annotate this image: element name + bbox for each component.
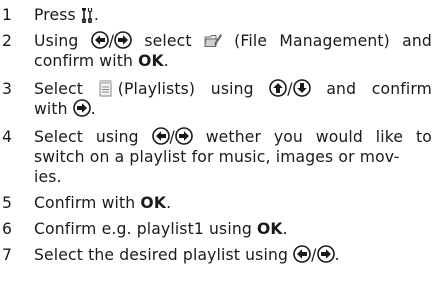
left-right-icons: / (91, 31, 132, 51)
step-text-part: Using (34, 32, 79, 50)
step-text-part: . (282, 220, 288, 238)
arrow-right-circle-icon (114, 31, 132, 49)
step-number: 7 (2, 246, 13, 264)
arrow-left-circle-icon (293, 245, 311, 263)
step-text: Select using / wether you would like to … (34, 127, 432, 187)
step-text-part: to (415, 128, 432, 146)
step-number: 2 (2, 32, 13, 50)
step-text-part: confirm with (34, 52, 133, 70)
step-text-part: Select (34, 128, 84, 146)
step-text-part: wether (205, 128, 262, 146)
arrow-down-circle-icon (293, 79, 311, 97)
step-line: switch on a playlist for music, images o… (34, 148, 400, 166)
arrow-right-circle-icon (73, 99, 91, 117)
step-text-part: and (326, 80, 357, 98)
step-text: Select (Playlists) using / and confirm w… (34, 79, 432, 119)
step-line: Using / select (File Management) and (34, 31, 432, 51)
step-text-part: . (163, 52, 169, 70)
ok-key-label: OK (138, 52, 164, 70)
folder-pen-icon (204, 31, 222, 51)
arrow-right-circle-icon (317, 245, 335, 263)
left-right-icons: / (152, 127, 193, 147)
step-text-part: confirm (371, 80, 432, 98)
step-text-part: using (95, 128, 139, 146)
step-text-part: would (315, 128, 363, 146)
arrow-up-circle-icon (269, 79, 287, 97)
step-text-part: you (273, 128, 303, 146)
ok-key-label: OK (140, 194, 167, 212)
step-text-part: Confirm e.g. playlist1 using (34, 220, 252, 238)
step-text-part: like (375, 128, 404, 146)
step-line: with . (34, 99, 432, 119)
step-number: 3 (2, 80, 13, 98)
step-text-part: . (166, 194, 172, 212)
step-text-part: Select (34, 80, 84, 98)
step-text-part: Management) (279, 32, 390, 50)
step-text-part: with (34, 100, 68, 118)
step-text: Press . (34, 5, 432, 25)
step-text-part: using (210, 80, 254, 98)
step-line: ies. (34, 168, 62, 186)
step-text-part: and (402, 32, 432, 50)
step-text-part: select (144, 32, 192, 50)
list-document-icon-group: (Playlists) (99, 79, 195, 99)
up-down-icons: / (269, 79, 310, 99)
step-line: confirm with OK. (34, 51, 432, 71)
arrow-left-circle-icon (152, 127, 170, 145)
step-number: 5 (2, 194, 13, 212)
step-text: Using / select (File Management) and con… (34, 31, 432, 71)
step-number: 6 (2, 220, 13, 238)
ok-key-label: OK (257, 220, 283, 238)
step-text: Confirm e.g. playlist1 using OK. (34, 219, 432, 239)
arrow-right-circle-icon (175, 127, 193, 145)
step-line: Select (Playlists) using / and confirm (34, 79, 432, 99)
tools-icon (81, 7, 94, 23)
step-text-part: Select the desired playlist using (34, 246, 289, 264)
list-document-icon (99, 80, 113, 97)
step-line: Select using / wether you would like to (34, 127, 432, 147)
step-text: Confirm with OK. (34, 193, 432, 213)
step-text-part: Confirm with (34, 194, 136, 212)
step-number: 4 (2, 128, 13, 146)
step-text-part: Press (34, 6, 76, 24)
step-text-part: . (93, 6, 100, 24)
step-text-part: (File (234, 32, 268, 50)
step-text-part: . (90, 100, 96, 118)
arrow-left-circle-icon (91, 31, 109, 49)
step-number: 1 (2, 6, 13, 24)
step-text-part: . (334, 246, 340, 264)
step-text: Select the desired playlist using /. (34, 245, 432, 265)
step-text-part: (Playlists) (117, 80, 196, 98)
